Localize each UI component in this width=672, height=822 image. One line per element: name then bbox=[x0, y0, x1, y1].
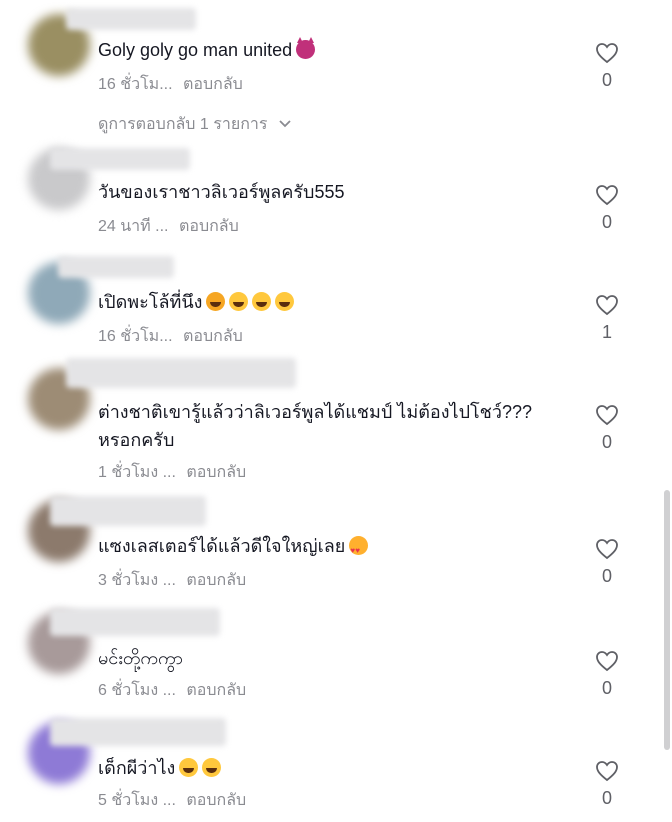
heart-outline-icon bbox=[596, 405, 618, 426]
heart-outline-icon bbox=[596, 651, 618, 672]
heart-outline-icon bbox=[596, 43, 618, 64]
comment-meta: 16 ชั่วโม... ตอบกลับ bbox=[98, 324, 243, 349]
username-blurred bbox=[50, 496, 206, 526]
username-blurred bbox=[58, 256, 174, 278]
heart-outline-icon bbox=[596, 185, 618, 206]
reply-button[interactable]: ตอบกลับ bbox=[183, 328, 243, 345]
comment-time: 6 ชั่วโมง ... bbox=[98, 682, 176, 699]
devil-emoji-icon bbox=[296, 37, 316, 59]
username-blurred bbox=[50, 148, 190, 170]
reply-button[interactable]: ตอบกลับ bbox=[183, 76, 243, 93]
like-button[interactable]: 0 bbox=[590, 42, 624, 91]
reply-button[interactable]: ตอบกลับ bbox=[186, 464, 246, 481]
like-button[interactable]: 1 bbox=[590, 294, 624, 343]
laughing-face-emoji-icon bbox=[179, 758, 199, 777]
username-blurred bbox=[50, 608, 220, 636]
laughing-face-emoji-icon bbox=[229, 292, 249, 311]
chevron-down-icon bbox=[279, 120, 291, 128]
heart-eyes-emoji-icon bbox=[349, 536, 369, 565]
hugging-face-emoji-icon bbox=[206, 292, 226, 311]
reply-button[interactable]: ตอบกลับ bbox=[186, 572, 246, 589]
comment-time: 5 ชั่วโมง ... bbox=[98, 792, 176, 809]
comment-text-content: မင်းတို့ကကွာ bbox=[98, 648, 183, 668]
comment-time: 1 ชั่วโมง ... bbox=[98, 464, 176, 481]
like-count: 0 bbox=[601, 212, 612, 232]
reply-button[interactable]: ตอบกลับ bbox=[186, 682, 246, 699]
comment-text: မင်းတို့ကကွာ bbox=[98, 644, 568, 672]
comment-meta: 5 ชั่วโมง ... ตอบกลับ bbox=[98, 788, 246, 813]
heart-outline-icon bbox=[596, 761, 618, 782]
rofl-emoji-icon bbox=[275, 292, 295, 311]
comment-text: เด็กผีว่าไง bbox=[98, 754, 568, 782]
like-count: 0 bbox=[601, 70, 612, 90]
username-blurred bbox=[66, 358, 296, 388]
view-replies-button[interactable]: ดูการตอบกลับ 1 รายการ bbox=[98, 112, 292, 137]
comment-text-content: วันของเราชาวลิเวอร์พูลครับ555 bbox=[98, 182, 345, 202]
comment-text: Goly goly go man united bbox=[98, 36, 568, 64]
scrollbar[interactable] bbox=[664, 490, 670, 750]
comment-text-content: แซงเลสเตอร์ได้แล้วดีใจใหญ่เลย bbox=[98, 536, 346, 556]
like-count: 0 bbox=[601, 678, 612, 698]
comment-text-content: เปิดพะโล้ที่นึง bbox=[98, 292, 203, 312]
like-count: 0 bbox=[601, 432, 612, 452]
comment-text: ต่างชาติเขารู้แล้วว่าลิเวอร์พูลได้แชมป์ … bbox=[98, 398, 568, 454]
like-button[interactable]: 0 bbox=[590, 650, 624, 699]
heart-outline-icon bbox=[596, 295, 618, 316]
like-count: 1 bbox=[601, 322, 612, 342]
like-button[interactable]: 0 bbox=[590, 184, 624, 233]
reply-button[interactable]: ตอบกลับ bbox=[179, 218, 239, 235]
comment-time: 16 ชั่วโม... bbox=[98, 328, 173, 345]
comment-text-content: ต่างชาติเขารู้แล้วว่าลิเวอร์พูลได้แชมป์ … bbox=[98, 402, 533, 450]
like-button[interactable]: 0 bbox=[590, 404, 624, 453]
view-replies-label: ดูการตอบกลับ 1 รายการ bbox=[98, 116, 268, 133]
comment-time: 24 นาที ... bbox=[98, 218, 169, 235]
reply-button[interactable]: ตอบกลับ bbox=[186, 792, 246, 809]
like-count: 0 bbox=[601, 788, 612, 808]
comment-text: แซงเลสเตอร์ได้แล้วดีใจใหญ่เลย bbox=[98, 532, 568, 565]
comment-text-content: เด็กผีว่าไง bbox=[98, 758, 176, 778]
comment-meta: 6 ชั่วโมง ... ตอบกลับ bbox=[98, 678, 246, 703]
username-blurred bbox=[66, 8, 196, 30]
comment-text: วันของเราชาวลิเวอร์พูลครับ555 bbox=[98, 178, 568, 206]
like-button[interactable]: 0 bbox=[590, 538, 624, 587]
grimacing-face-emoji-icon bbox=[252, 292, 272, 311]
username-blurred bbox=[50, 718, 226, 746]
comment-text-content: Goly goly go man united bbox=[98, 40, 293, 60]
comment-meta: 1 ชั่วโมง ... ตอบกลับ bbox=[98, 460, 246, 485]
comment-meta: 3 ชั่วโมง ... ตอบกลับ bbox=[98, 568, 246, 593]
comment-meta: 24 นาที ... ตอบกลับ bbox=[98, 214, 239, 239]
comment-time: 16 ชั่วโม... bbox=[98, 76, 173, 93]
comment-text: เปิดพะโล้ที่นึง bbox=[98, 288, 568, 316]
like-button[interactable]: 0 bbox=[590, 760, 624, 809]
comment-meta: 16 ชั่วโม... ตอบกลับ bbox=[98, 72, 243, 97]
comment-time: 3 ชั่วโมง ... bbox=[98, 572, 176, 589]
heart-outline-icon bbox=[596, 539, 618, 560]
like-count: 0 bbox=[601, 566, 612, 586]
laughing-face-emoji-icon bbox=[202, 758, 222, 777]
